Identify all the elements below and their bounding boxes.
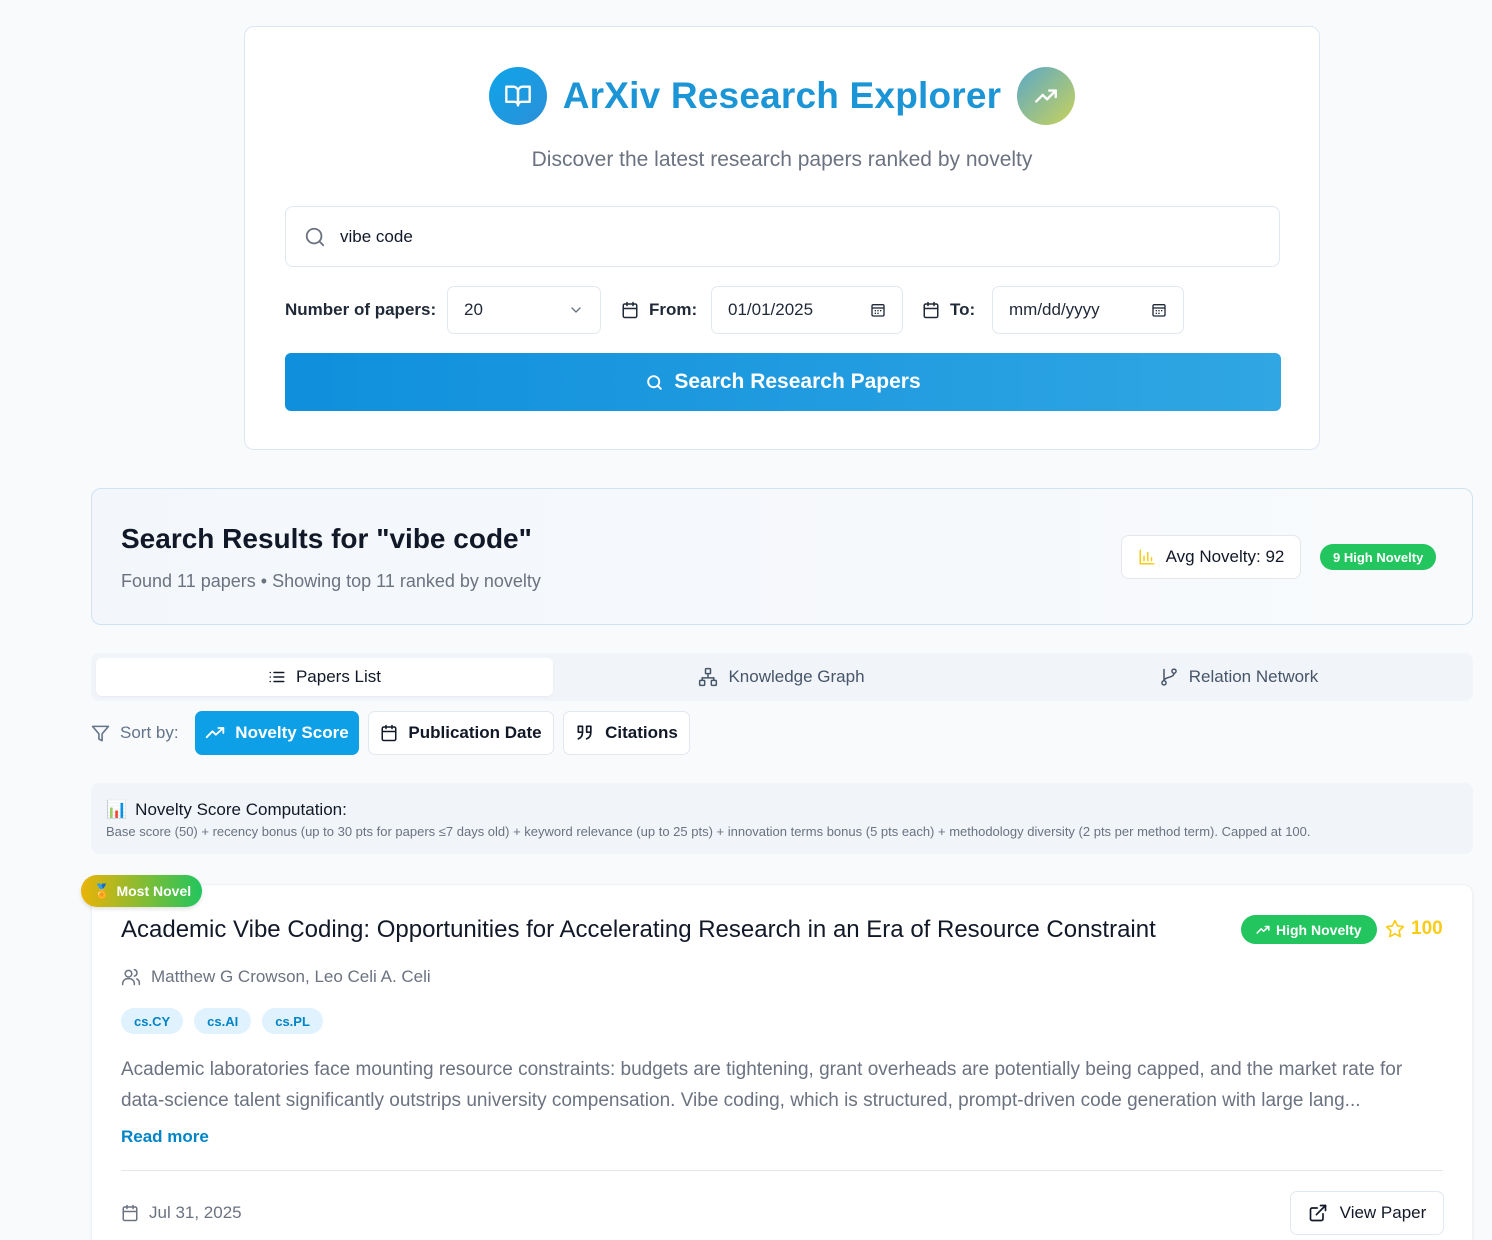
novelty-badge: High Novelty	[1241, 915, 1377, 944]
paper-abstract: Academic laboratories face mounting reso…	[121, 1059, 1403, 1111]
calendar-icon	[121, 1204, 139, 1222]
search-icon	[645, 373, 664, 392]
book-open-icon	[488, 67, 547, 125]
paper-authors: Matthew G Crowson, Leo Celi A. Celi	[121, 967, 431, 987]
sort-bar: Sort by: Novelty Score Publication Date …	[91, 711, 791, 755]
users-icon	[121, 967, 141, 987]
search-button-label: Search Research Papers	[674, 370, 921, 393]
trending-up-icon	[1017, 67, 1076, 125]
from-date-value: 01/01/2025	[728, 300, 814, 319]
novelty-computation-note: 📊 Novelty Score Computation: Base score …	[91, 783, 1473, 854]
medal-icon: 🏅	[93, 882, 111, 899]
category-tag[interactable]: cs.AI	[194, 1008, 252, 1034]
search-field[interactable]	[285, 206, 1280, 267]
search-papers-button[interactable]: Search Research Papers	[285, 353, 1281, 411]
results-summary: Search Results for "vibe code" Found 11 …	[91, 488, 1473, 625]
quote-icon	[575, 723, 595, 743]
avg-novelty-text: Avg Novelty: 92	[1165, 547, 1285, 566]
tab-relation-network[interactable]: Relation Network	[1010, 658, 1467, 696]
view-paper-button[interactable]: View Paper	[1290, 1191, 1444, 1235]
sort-label: Sort by:	[120, 723, 179, 742]
to-date-placeholder: mm/dd/yyyy	[1009, 300, 1100, 319]
num-papers-select[interactable]: 20	[447, 286, 601, 334]
num-papers-label: Number of papers:	[285, 300, 437, 319]
sort-date-button[interactable]: Publication Date	[368, 711, 554, 755]
date-picker-icon[interactable]	[870, 302, 886, 318]
novelty-score: 100	[1385, 918, 1443, 940]
paper-title[interactable]: Academic Vibe Coding: Opportunities for …	[121, 916, 1156, 944]
publication-date: Jul 31, 2025	[121, 1203, 242, 1223]
sort-option-label: Publication Date	[408, 723, 542, 742]
tab-label: Knowledge Graph	[728, 667, 865, 686]
chevron-down-icon	[568, 302, 584, 318]
note-description: Base score (50) + recency bonus (up to 3…	[106, 824, 1311, 839]
bar-chart-icon	[1138, 548, 1156, 566]
from-label: From:	[649, 300, 698, 319]
avg-novelty-badge: Avg Novelty: 92	[1121, 535, 1301, 579]
tab-label: Relation Network	[1188, 667, 1319, 686]
note-title: Novelty Score Computation:	[135, 800, 347, 819]
view-tabs: Papers List Knowledge Graph Relation Net…	[91, 653, 1473, 701]
tab-papers-list[interactable]: Papers List	[96, 658, 553, 696]
most-novel-ribbon: 🏅 Most Novel	[81, 875, 203, 907]
novelty-badge-label: High Novelty	[1276, 921, 1362, 938]
results-title: Search Results for "vibe code"	[121, 523, 532, 554]
divider	[121, 1170, 1443, 1171]
num-papers-value: 20	[464, 300, 483, 319]
authors-text: Matthew G Crowson, Leo Celi A. Celi	[151, 967, 431, 986]
graph-icon	[698, 667, 718, 687]
novelty-score-value: 100	[1411, 918, 1443, 939]
branch-icon	[1159, 667, 1179, 687]
sort-option-label: Citations	[605, 723, 678, 742]
to-label-group: To:	[922, 286, 975, 334]
filter-icon	[91, 724, 110, 743]
most-novel-label: Most Novel	[116, 883, 192, 899]
date-picker-icon[interactable]	[1151, 302, 1167, 318]
sort-citations-button[interactable]: Citations	[563, 711, 690, 755]
sort-label-group: Sort by:	[91, 711, 179, 755]
search-panel: ArXiv Research Explorer Discover the lat…	[244, 26, 1320, 450]
high-novelty-count-badge: 9 High Novelty	[1320, 544, 1437, 570]
list-icon	[268, 668, 286, 686]
note-title-group: 📊 Novelty Score Computation:	[106, 800, 347, 820]
to-date-input[interactable]: mm/dd/yyyy	[992, 286, 1184, 334]
app-subtitle: Discover the latest research papers rank…	[531, 148, 1033, 171]
app-title: ArXiv Research Explorer	[562, 75, 1002, 116]
category-tag[interactable]: cs.PL	[262, 1008, 323, 1034]
app-header: ArXiv Research Explorer	[245, 67, 1319, 125]
read-more-link[interactable]: Read more	[121, 1127, 209, 1147]
star-icon	[1385, 919, 1405, 939]
trending-up-icon	[1256, 923, 1270, 937]
date-text: Jul 31, 2025	[149, 1203, 242, 1222]
results-count: Found 11 papers • Showing top 11 ranked …	[121, 571, 541, 591]
external-link-icon	[1308, 1203, 1328, 1223]
from-label-group: From:	[621, 286, 697, 334]
tab-label: Papers List	[295, 667, 382, 686]
category-tags: cs.CY cs.AI cs.PL	[121, 1008, 323, 1034]
calendar-icon	[621, 301, 639, 319]
bar-chart-icon: 📊	[106, 800, 128, 819]
search-input[interactable]	[340, 226, 1240, 247]
tab-knowledge-graph[interactable]: Knowledge Graph	[553, 658, 1010, 696]
filters-row: Number of papers: 20 From: 01/01/2025 To…	[285, 286, 1280, 334]
category-tag[interactable]: cs.CY	[121, 1008, 184, 1034]
trending-up-icon	[205, 723, 225, 743]
sort-novelty-button[interactable]: Novelty Score	[195, 711, 359, 755]
to-label: To:	[950, 300, 976, 319]
paper-card: Academic Vibe Coding: Opportunities for …	[91, 884, 1473, 1240]
from-date-input[interactable]: 01/01/2025	[711, 286, 903, 334]
calendar-icon	[922, 301, 940, 319]
view-paper-label: View Paper	[1339, 1203, 1427, 1222]
sort-option-label: Novelty Score	[235, 723, 349, 742]
search-icon	[304, 226, 326, 248]
calendar-icon	[380, 724, 398, 742]
